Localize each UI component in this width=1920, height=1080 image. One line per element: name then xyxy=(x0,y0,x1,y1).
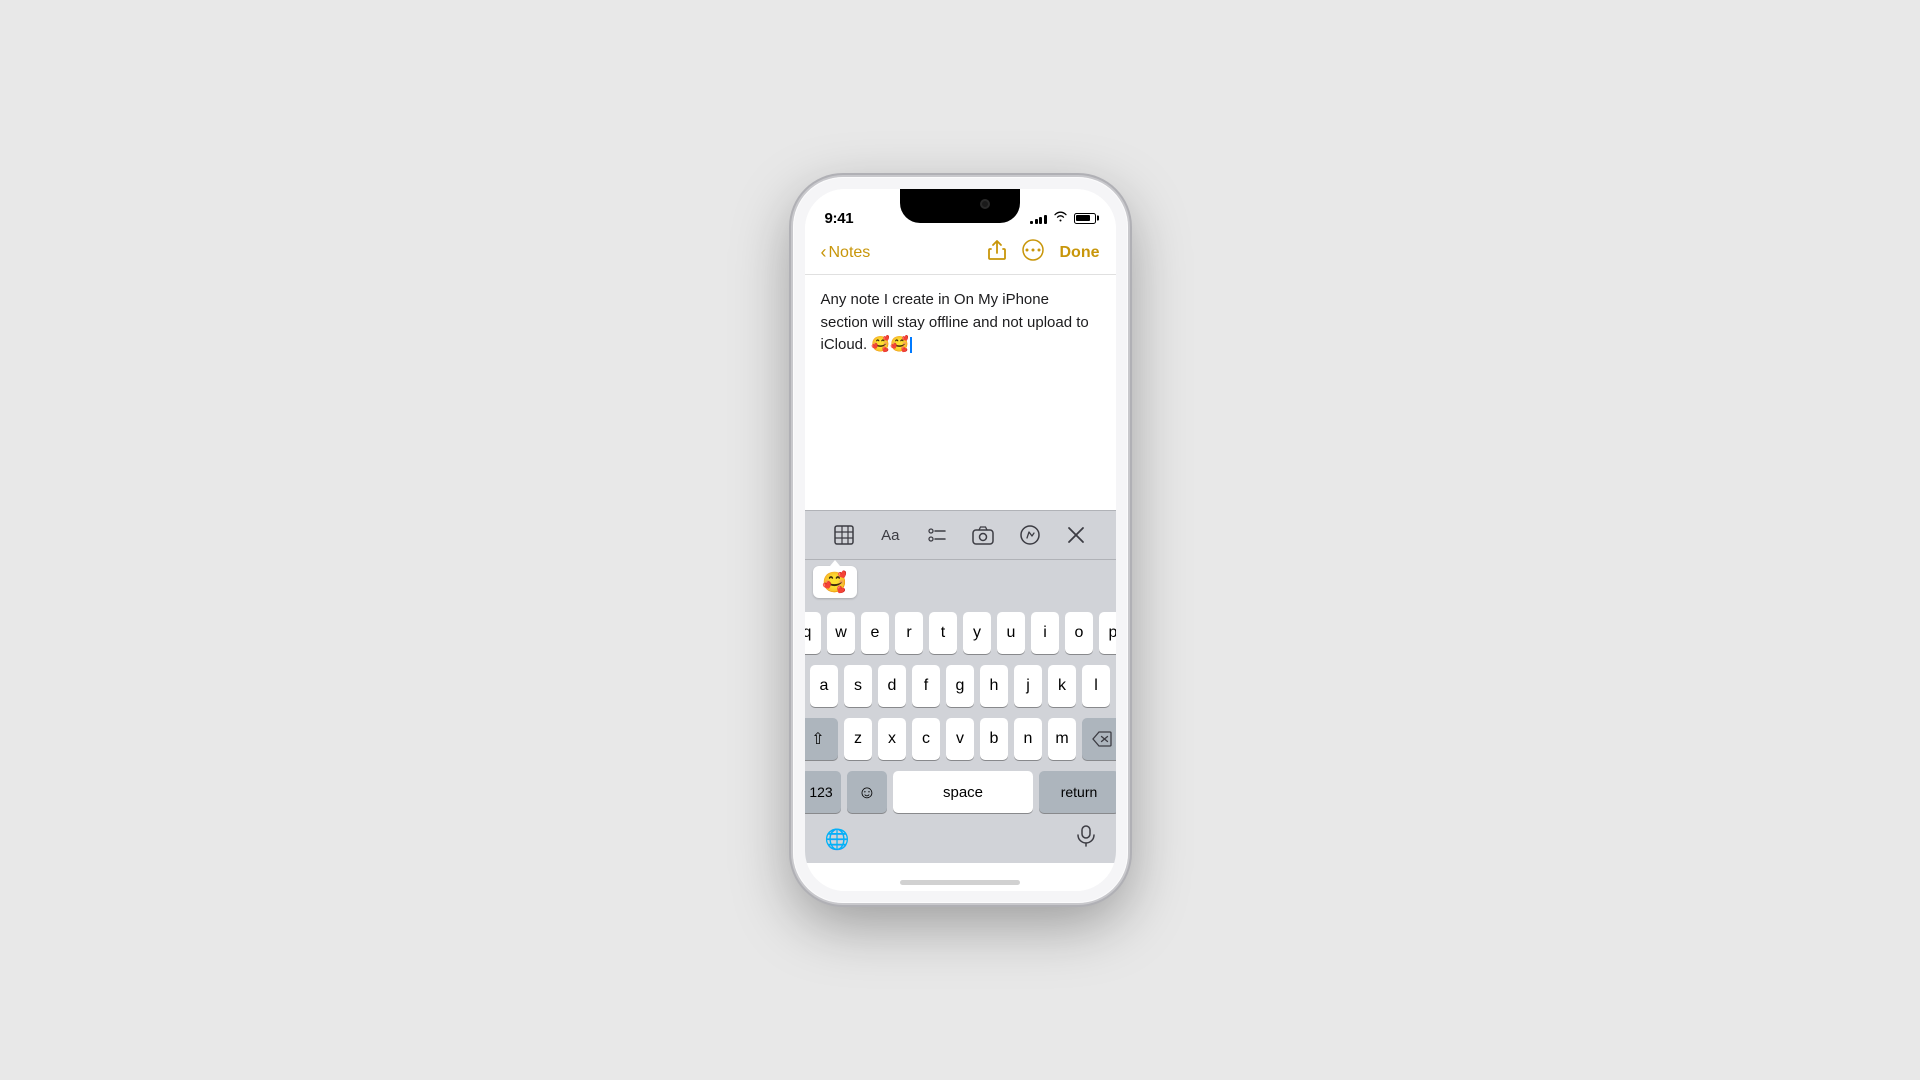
globe-icon[interactable]: 🌐 xyxy=(825,827,850,852)
key-l[interactable]: l xyxy=(1082,665,1110,707)
battery-icon xyxy=(1074,213,1096,224)
key-w[interactable]: w xyxy=(827,612,855,654)
notch xyxy=(900,189,1020,223)
key-z[interactable]: z xyxy=(844,718,872,760)
key-m[interactable]: m xyxy=(1048,718,1076,760)
signal-bar-3 xyxy=(1039,217,1042,224)
camera-dot xyxy=(980,199,990,209)
key-y[interactable]: y xyxy=(963,612,991,654)
status-time: 9:41 xyxy=(825,210,854,227)
home-bar xyxy=(900,880,1020,885)
suggested-emoji: 🥰 xyxy=(822,570,847,595)
status-icons xyxy=(1030,211,1096,225)
home-indicator[interactable] xyxy=(805,863,1116,891)
nav-bar: ‹ Notes xyxy=(805,233,1116,275)
back-arrow-icon: ‹ xyxy=(821,242,827,263)
shift-key[interactable]: ⇧ xyxy=(805,718,839,760)
format-label: Aa xyxy=(881,527,899,544)
close-toolbar-button[interactable] xyxy=(1060,519,1092,551)
status-bar: 9:41 xyxy=(805,189,1116,233)
note-content[interactable]: Any note I create in On My iPhone sectio… xyxy=(805,275,1116,510)
key-j[interactable]: j xyxy=(1014,665,1042,707)
more-button[interactable] xyxy=(1022,239,1044,266)
share-button[interactable] xyxy=(988,239,1006,266)
key-u[interactable]: u xyxy=(997,612,1025,654)
emoji-key[interactable]: ☺ xyxy=(847,771,887,813)
space-key[interactable]: space xyxy=(893,771,1033,813)
key-b[interactable]: b xyxy=(980,718,1008,760)
note-body: Any note I create in On My iPhone sectio… xyxy=(821,291,1089,353)
key-f[interactable]: f xyxy=(912,665,940,707)
back-button[interactable]: ‹ Notes xyxy=(821,242,871,263)
key-h[interactable]: h xyxy=(980,665,1008,707)
signal-bar-1 xyxy=(1030,221,1033,224)
emoji-suggestion-bar: 🥰 xyxy=(805,559,1116,604)
done-button[interactable]: Done xyxy=(1060,244,1100,262)
key-k[interactable]: k xyxy=(1048,665,1076,707)
key-e[interactable]: e xyxy=(861,612,889,654)
table-button[interactable] xyxy=(828,519,860,551)
key-o[interactable]: o xyxy=(1065,612,1093,654)
key-p[interactable]: p xyxy=(1099,612,1116,654)
keyboard-row-4: 123 ☺ space return xyxy=(808,771,1113,813)
key-v[interactable]: v xyxy=(946,718,974,760)
phone-frame: 9:41 xyxy=(793,177,1128,903)
input-toolbar: Aa xyxy=(805,510,1116,559)
back-label: Notes xyxy=(829,244,871,262)
list-button[interactable] xyxy=(921,519,953,551)
emoji-suggestion-item[interactable]: 🥰 xyxy=(813,566,857,598)
key-n[interactable]: n xyxy=(1014,718,1042,760)
wifi-icon xyxy=(1053,211,1068,225)
key-s[interactable]: s xyxy=(844,665,872,707)
key-r[interactable]: r xyxy=(895,612,923,654)
text-cursor xyxy=(910,337,912,353)
emoji-arrow xyxy=(830,560,840,566)
note-text: Any note I create in On My iPhone sectio… xyxy=(821,289,1100,357)
key-c[interactable]: c xyxy=(912,718,940,760)
battery-fill xyxy=(1076,215,1090,221)
return-key[interactable]: return xyxy=(1039,771,1116,813)
microphone-icon[interactable] xyxy=(1076,825,1096,853)
signal-bar-2 xyxy=(1035,219,1038,224)
key-d[interactable]: d xyxy=(878,665,906,707)
key-x[interactable]: x xyxy=(878,718,906,760)
signal-bars xyxy=(1030,213,1047,224)
numbers-key[interactable]: 123 xyxy=(805,771,842,813)
key-g[interactable]: g xyxy=(946,665,974,707)
phone-screen: 9:41 xyxy=(805,189,1116,891)
key-a[interactable]: a xyxy=(810,665,838,707)
backspace-key[interactable] xyxy=(1082,718,1116,760)
key-t[interactable]: t xyxy=(929,612,957,654)
keyboard-row-2: a s d f g h j k l xyxy=(808,665,1113,707)
nav-actions: Done xyxy=(988,239,1100,266)
markup-button[interactable] xyxy=(1014,519,1046,551)
keyboard-row-1: q w e r t y u i o p xyxy=(808,612,1113,654)
key-q[interactable]: q xyxy=(805,612,822,654)
camera-button[interactable] xyxy=(967,519,999,551)
signal-bar-4 xyxy=(1044,215,1047,224)
keyboard-bottom-bar: 🌐 xyxy=(805,817,1116,863)
keyboard: q w e r t y u i o p a s d f g h j k xyxy=(805,604,1116,817)
keyboard-row-3: ⇧ z x c v b n m xyxy=(808,718,1113,760)
key-i[interactable]: i xyxy=(1031,612,1059,654)
format-button[interactable]: Aa xyxy=(874,519,906,551)
